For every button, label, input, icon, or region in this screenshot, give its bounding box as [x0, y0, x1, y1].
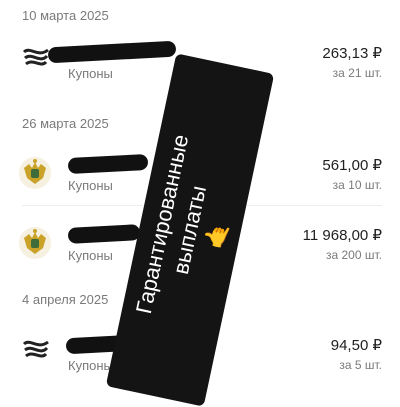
amount-value: 561,00 ₽: [322, 157, 382, 174]
quantity-label: за 21 шт.: [332, 66, 382, 80]
redacted-name: [47, 40, 177, 64]
amount-value: 94,50 ₽: [330, 337, 382, 354]
quantity-label: за 10 шт.: [332, 178, 382, 192]
quantity-label: за 200 шт.: [326, 248, 382, 262]
scribbled-icon: [22, 340, 49, 358]
amount-value: 263,13 ₽: [322, 45, 382, 62]
date-header: 10 марта 2025: [22, 8, 109, 23]
category-label: Купоны: [68, 178, 113, 193]
category-label: Купоны: [68, 248, 113, 263]
category-label: Купоны: [68, 358, 113, 373]
scribbled-icon: [22, 48, 49, 66]
russian-coat-of-arms-icon: [19, 227, 51, 259]
russian-coat-of-arms-icon: [19, 157, 51, 189]
date-header: 26 марта 2025: [22, 116, 109, 131]
date-header: 4 апреля 2025: [22, 292, 109, 307]
quantity-label: за 5 шт.: [339, 358, 382, 372]
amount-value: 11 968,00 ₽: [302, 227, 382, 244]
redacted-name: [67, 224, 141, 244]
category-label: Купоны: [68, 66, 113, 81]
redacted-name: [67, 153, 149, 175]
